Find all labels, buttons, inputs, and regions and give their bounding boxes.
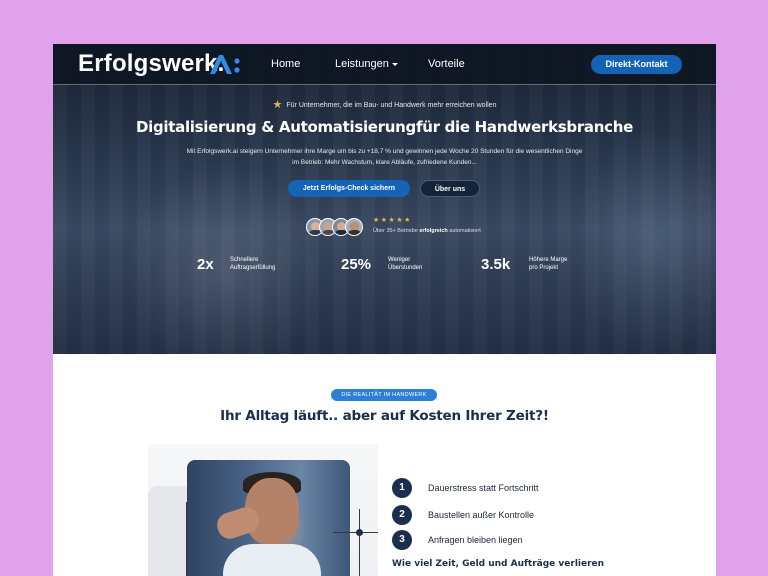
direkt-kontakt-button[interactable]: Direkt-Kontakt [591,55,682,74]
stat-label-line: Überstunden [388,265,423,271]
stat-label-line: Weniger [388,257,411,263]
stat-label-line: Schnellere [230,257,259,263]
avatar [345,218,363,236]
hero-description: Mit Erfolgswerk.ai steigern Unternehmer … [186,148,583,166]
step-number: 3 [392,530,412,550]
top-navigation: Erfolgswerk. Home Leistungen Vorteile Di… [53,44,716,85]
stat-value: 25% [341,256,372,273]
hero-section: ★ Für Unternehmer, die im Bau- und Handwe… [53,44,716,354]
stat-label: Höhere Marge pro Projekt [529,256,567,272]
step-text: Dauerstress statt Fortschritt [428,483,539,493]
stat-label: Weniger Überstunden [388,256,422,272]
rating-bold: erfolgreich [419,228,448,234]
decorative-line [186,502,187,576]
section-question: Wie viel Zeit, Geld und Aufträge verlier… [392,559,605,569]
chevron-down-icon [391,62,398,66]
nav-link-leistungen[interactable]: Leistungen [335,58,398,70]
rating-prefix: Über 35+ Betriebe [373,228,420,234]
hero-tagline: ★ Für Unternehmer, die im Bau- und Handwe… [53,98,716,111]
decorative-dot [356,529,363,536]
logo[interactable]: Erfolgswerk. [78,50,224,78]
logo-mark-icon [210,55,240,74]
stat-label: Schnellere Auftragserfüllung [230,256,275,272]
website-page: Erfolgswerk. Home Leistungen Vorteile Di… [53,44,716,576]
step-text: Baustellen außer Kontrolle [428,510,535,520]
hero-tagline-text: Für Unternehmer, die im Bau- und Handwer… [286,102,497,109]
rating-text: Über 35+ Betriebe erfolgreich automatisi… [373,228,481,234]
stat-value: 2x [197,256,214,273]
stressed-man-photo [187,460,350,576]
nav-link-leistungen-label: Leistungen [335,58,389,70]
stat-label-line: pro Projekt [529,265,559,271]
section-badge: DIE REALITÄT IM HANDWERK [331,389,437,401]
rating-stars-icon: ★★★★★ [373,217,412,224]
hero-title: Digitalisierung & Automatisierungfür die… [136,118,633,136]
nav-link-vorteile[interactable]: Vorteile [428,58,465,70]
section-title: Ihr Alltag läuft.. aber auf Kosten Ihrer… [220,408,549,424]
stat-label-line: Auftragserfüllung [230,265,276,271]
erfolgs-check-button[interactable]: Jetzt Erfolgs-Check sichern [288,180,410,197]
step-text: Anfragen bleiben liegen [428,535,523,545]
step-number: 1 [392,478,412,498]
decorative-line [359,509,360,576]
ueber-uns-button[interactable]: Über uns [420,180,480,197]
stat-value: 3.5k [481,256,511,273]
star-icon: ★ [272,99,283,111]
nav-link-home[interactable]: Home [271,58,300,70]
rating-suffix: automatisiert [447,228,481,234]
stat-label-line: Höhere Marge [529,257,568,263]
step-number: 2 [392,505,412,525]
customer-avatars [306,218,366,236]
